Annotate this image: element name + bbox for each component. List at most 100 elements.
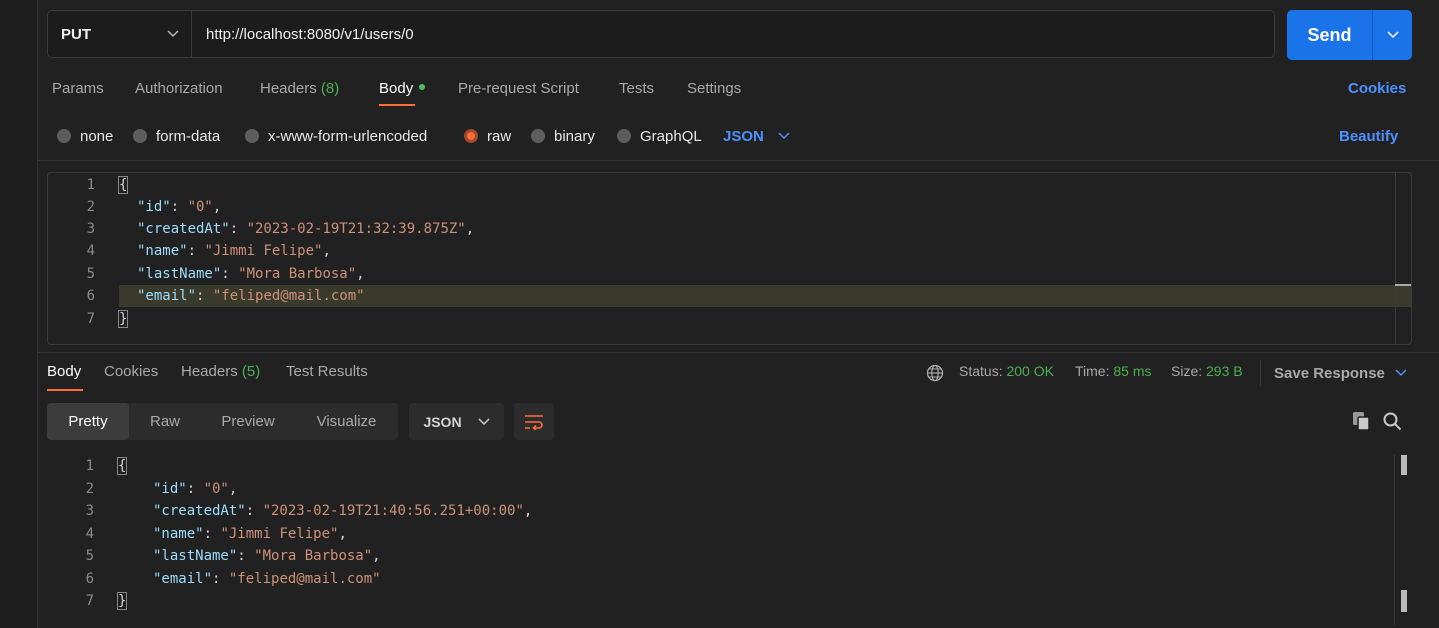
view-raw[interactable]: Raw	[129, 403, 201, 440]
response-format-select[interactable]: JSON	[409, 403, 504, 440]
json-comma: ,	[356, 266, 365, 282]
radio-raw-label: raw	[487, 127, 512, 145]
beautify-button[interactable]: Beautify	[1339, 125, 1398, 147]
code-line: 7 }	[47, 590, 128, 612]
json-value: "Mora Barbosa"	[254, 548, 373, 564]
send-options-button[interactable]	[1373, 10, 1412, 60]
tab-body-label: Body	[379, 80, 414, 97]
status-readout[interactable]: Status: 200 OK	[959, 363, 1054, 383]
active-tab-indicator	[47, 389, 83, 391]
json-comma: ,	[338, 526, 347, 542]
code-line: 1 {	[47, 455, 128, 477]
response-tab-test-results[interactable]: Test Results	[286, 363, 368, 385]
method-label: PUT	[61, 25, 91, 43]
radio-binary[interactable]: binary	[531, 125, 595, 147]
json-key: "createdAt"	[137, 221, 230, 237]
response-tab-headers[interactable]: Headers (5)	[181, 363, 260, 385]
json-key: "name"	[137, 243, 188, 259]
line-number: 4	[85, 526, 94, 542]
json-comma: ,	[372, 548, 381, 564]
json-comma: ,	[465, 221, 475, 237]
response-tab-body[interactable]: Body	[47, 363, 81, 385]
save-response-label: Save Response	[1274, 364, 1385, 382]
language-label: JSON	[723, 127, 764, 145]
view-pretty[interactable]: Pretty	[47, 403, 129, 440]
response-body-viewer[interactable]: 1 { 2 "id": "0", 3 "createdAt": "2023-02…	[47, 455, 1412, 625]
language-select[interactable]: JSON	[723, 125, 790, 147]
editor-ruler	[1394, 455, 1395, 625]
radio-graphql[interactable]: GraphQL	[617, 125, 702, 147]
json-value: "0"	[187, 199, 213, 215]
time-label: Time:	[1075, 363, 1110, 379]
json-key: "lastName"	[153, 548, 238, 564]
status-value: 200 OK	[1006, 363, 1054, 379]
line-number: 6	[85, 571, 94, 587]
time-readout[interactable]: Time: 85 ms	[1075, 363, 1152, 383]
json-comma: ,	[523, 503, 533, 519]
url-bar: PUT http://localhost:8080/v1/users/0	[47, 10, 1275, 58]
json-comma: ,	[228, 481, 238, 497]
tab-pre-request-script[interactable]: Pre-request Script	[458, 80, 579, 102]
close-brace: }	[117, 310, 129, 328]
json-key: "email"	[153, 571, 213, 587]
close-brace: }	[116, 592, 128, 610]
json-value: "0"	[203, 481, 229, 497]
code-line: 5 "lastName": "Mora Barbosa",	[48, 263, 365, 285]
tab-body[interactable]: Body	[379, 80, 426, 102]
tab-authorization[interactable]: Authorization	[135, 80, 223, 102]
code-line: 3 "createdAt": "2023-02-19T21:32:39.875Z…	[48, 218, 475, 240]
line-number: 5	[86, 266, 95, 282]
radio-urlencoded[interactable]: x-www-form-urlencoded	[245, 125, 427, 147]
save-response-button[interactable]: Save Response	[1274, 363, 1407, 383]
line-number: 2	[86, 199, 95, 215]
tab-params[interactable]: Params	[52, 80, 104, 102]
json-comma: ,	[212, 199, 222, 215]
divider	[37, 160, 1439, 161]
chevron-down-icon	[1395, 369, 1407, 377]
line-number: 6	[86, 288, 95, 304]
tab-headers[interactable]: Headers (8)	[260, 80, 339, 102]
method-select[interactable]: PUT	[48, 11, 192, 57]
scrollbar-thumb[interactable]	[1401, 455, 1407, 475]
radio-urlencoded-label: x-www-form-urlencoded	[268, 127, 428, 145]
globe-icon[interactable]	[926, 364, 944, 382]
json-key: "createdAt"	[153, 503, 246, 519]
divider	[1260, 360, 1261, 386]
request-body-editor[interactable]: 1 { 2 "id": "0", 3 "createdAt": "2023-02…	[47, 172, 1412, 345]
send-button-group: Send	[1287, 10, 1412, 60]
line-number: 7	[86, 311, 95, 327]
radio-raw[interactable]: raw	[464, 125, 511, 147]
status-label: Status:	[959, 363, 1003, 379]
radio-urlencoded-circle	[245, 129, 259, 143]
cookies-link[interactable]: Cookies	[1348, 80, 1406, 102]
copy-icon[interactable]	[1352, 411, 1371, 431]
send-button[interactable]: Send	[1287, 10, 1373, 60]
size-readout[interactable]: Size: 293 B	[1171, 363, 1243, 383]
radio-none-label: none	[80, 127, 114, 145]
view-visualize[interactable]: Visualize	[295, 403, 398, 440]
response-tab-cookies[interactable]: Cookies	[104, 363, 158, 385]
chevron-down-icon	[167, 30, 179, 38]
view-mode-switch: Pretty Raw Preview Visualize	[47, 403, 398, 440]
tab-tests[interactable]: Tests	[619, 80, 654, 102]
search-icon[interactable]	[1383, 412, 1402, 431]
url-input[interactable]: http://localhost:8080/v1/users/0	[206, 11, 414, 57]
radio-binary-label: binary	[554, 127, 595, 145]
sidebar-edge	[0, 0, 38, 628]
divider	[37, 352, 1439, 353]
code-line: 5 "lastName": "Mora Barbosa",	[47, 545, 381, 567]
wrap-lines-button[interactable]	[514, 403, 554, 440]
scrollbar-thumb[interactable]	[1401, 590, 1407, 612]
radio-none[interactable]: none	[57, 125, 113, 147]
line-number: 3	[85, 503, 94, 519]
line-number: 7	[85, 593, 94, 609]
radio-none-circle	[57, 129, 71, 143]
size-value: 293 B	[1206, 363, 1243, 379]
code-line: 1 {	[48, 174, 129, 196]
tab-headers-label: Headers	[260, 80, 317, 97]
radio-form-data[interactable]: form-data	[133, 125, 220, 147]
json-value: "2023-02-19T21:32:39.875Z"	[246, 221, 466, 237]
active-tab-indicator	[379, 104, 415, 106]
view-preview[interactable]: Preview	[201, 403, 295, 440]
tab-settings[interactable]: Settings	[687, 80, 741, 102]
